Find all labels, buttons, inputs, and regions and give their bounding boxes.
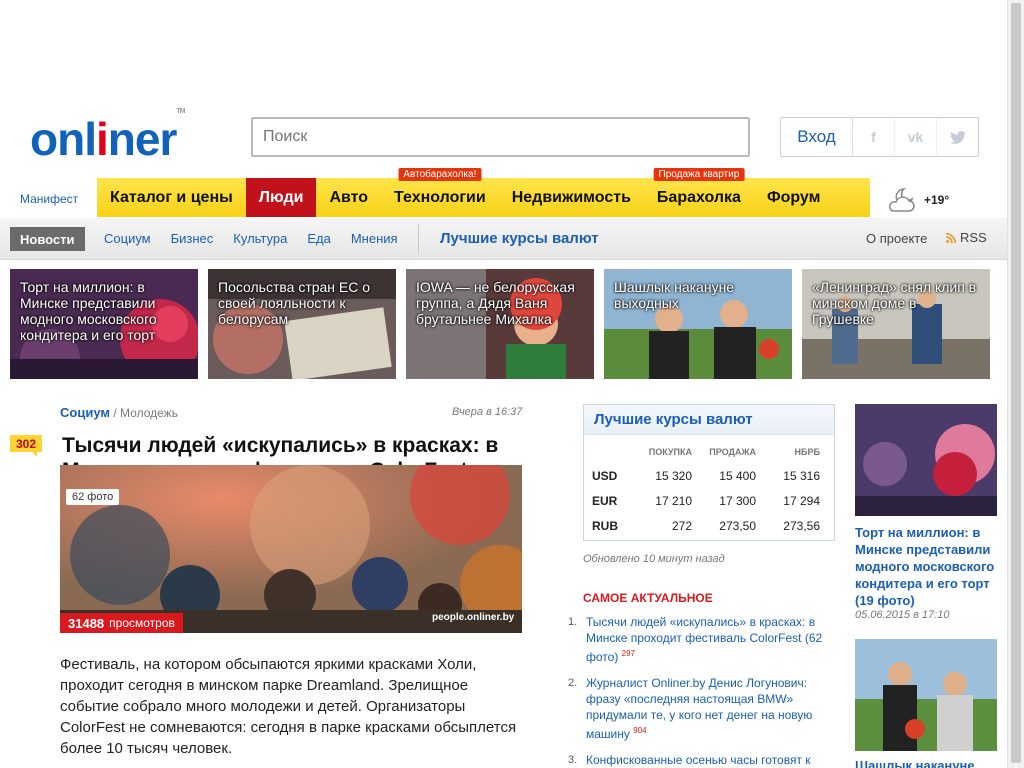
nav-auto[interactable]: Авто [316,178,381,217]
vk-icon[interactable]: vk [895,118,937,156]
top-stories: Торт на миллион: в Минске представили мо… [10,269,990,379]
comments-badge[interactable]: 302 [10,435,42,457]
views-badge: 31488 просмотров [60,613,183,633]
temperature: +19° [924,193,950,207]
top-heading: САМОЕ АКТУАЛЬНОЕ [583,591,713,605]
rss-link[interactable]: RSS [946,230,987,245]
story-caption: Шашлык накануне выходных [614,279,735,311]
right-story-photo[interactable] [855,639,997,751]
main-nav: Каталог и цены Люди Авто Автобарахолка! Т… [97,168,870,217]
login-button[interactable]: Вход [781,118,853,156]
nav-tag[interactable]: Автобарахолка! [398,168,482,181]
subnav-categories: Социум Бизнес Культура Еда Мнения [94,231,408,246]
story-caption: IOWA — не белорусская группа, а Дядя Ван… [416,279,575,327]
subnav-rates-link[interactable]: Лучшие курсы валют [440,230,599,247]
category-link[interactable]: Социум [60,405,110,420]
table-row[interactable]: EUR 17 210 17 300 17 294 [590,490,820,515]
rates-table: ПОКУПКА ПРОДАЖА НБРБ USD 15 320 15 400 1… [590,435,820,540]
comment-count: 904 [633,726,647,735]
story-tile[interactable]: Посольства стран ЕС о своей лояльности к… [208,269,396,379]
col-sell: ПРОДАЖА [709,447,756,457]
onliner-logo[interactable]: onlinerTM [30,108,185,166]
article-lead: Фестиваль, на котором обсыпаются яркими … [60,656,517,757]
right-story-title[interactable]: Торт на миллион: в Минске представили мо… [855,524,1000,609]
story-tile[interactable]: IOWA — не белорусская группа, а Дядя Ван… [406,269,594,379]
table-row[interactable]: RUB 272 273,50 273,56 [590,515,820,540]
nav-tag[interactable]: Продажа квартир [653,168,745,181]
about-link[interactable]: О проекте [866,231,927,246]
story-caption: «Ленинград» снял клип в минском доме в Г… [812,279,977,327]
subnav-news[interactable]: Новости [10,227,85,251]
story-caption: Торт на миллион: в Минске представили мо… [20,279,157,343]
story-tile[interactable]: Шашлык накануне выходных [604,269,792,379]
nav-realty[interactable]: Недвижимость [499,178,644,217]
story-tile[interactable]: Торт на миллион: в Минске представили мо… [10,269,198,379]
sub-nav: Новости Социум Бизнес Культура Еда Мнени… [0,218,1007,260]
top-list: 1. Тысячи людей «искупались» в красках: в… [568,614,830,768]
cloud-moon-icon [889,188,915,212]
rates-title[interactable]: Лучшие курсы валют [584,405,834,435]
photo-count[interactable]: 62 фото [66,489,120,505]
rss-icon [946,232,956,243]
story-caption: Посольства стран ЕС о своей лояльности к… [218,279,371,327]
subnav-item-society[interactable]: Социум [94,231,161,246]
subcategory-link[interactable]: Молодежь [120,406,178,420]
article-time: Вчера в 16:37 [452,406,523,418]
list-item[interactable]: 2. Журналист Onliner.by Денис Логунович: … [568,675,830,742]
col-buy: ПОКУПКА [648,447,692,457]
search-input[interactable] [251,117,750,157]
currency-rates: Лучшие курсы валют ПОКУПКА ПРОДАЖА НБРБ … [583,404,835,541]
facebook-icon[interactable]: f [853,118,895,156]
article-photo[interactable] [60,465,522,633]
nav-people[interactable]: Люди [245,178,317,217]
article-category: Социум / Молодежь [60,405,178,420]
divider [418,224,419,254]
list-item[interactable]: 1. Тысячи людей «искупались» в красках: в… [568,614,830,665]
story-tile[interactable]: «Ленинград» снял клип в минском доме в Г… [802,269,990,379]
nav-tech[interactable]: Автобарахолка! Технологии [381,168,499,217]
right-story-photo[interactable] [855,404,997,516]
subnav-item-opinions[interactable]: Мнения [341,231,408,246]
subnav-item-business[interactable]: Бизнес [161,231,224,246]
list-item[interactable]: 3.Конфискованные осенью часы готовят к п… [568,752,830,768]
rates-updated: Обновлено 10 минут назад [583,553,725,565]
nav-baraholka[interactable]: Продажа квартир Барахолка [644,168,754,217]
twitter-icon[interactable] [937,118,978,156]
nav-catalog[interactable]: Каталог и цены [97,178,246,217]
nav-forum[interactable]: Форум [754,178,834,217]
comment-count: 297 [621,649,636,658]
table-row[interactable]: USD 15 320 15 400 15 316 [590,465,820,490]
col-nbrb: НБРБ [794,447,820,457]
scrollbar[interactable] [1007,0,1024,768]
right-story-title[interactable]: Шашлык накануне [855,757,1000,768]
right-story-time: 05.06.2015 в 17:10 [855,609,950,621]
manifest-link[interactable]: Манифест [20,192,78,206]
weather-widget[interactable]: +19° [886,185,949,215]
subnav-item-culture[interactable]: Культура [223,231,297,246]
photo-watermark: people.onliner.by [432,612,515,623]
login-box: Вход f vk [780,117,979,157]
subnav-item-food[interactable]: Еда [297,231,341,246]
